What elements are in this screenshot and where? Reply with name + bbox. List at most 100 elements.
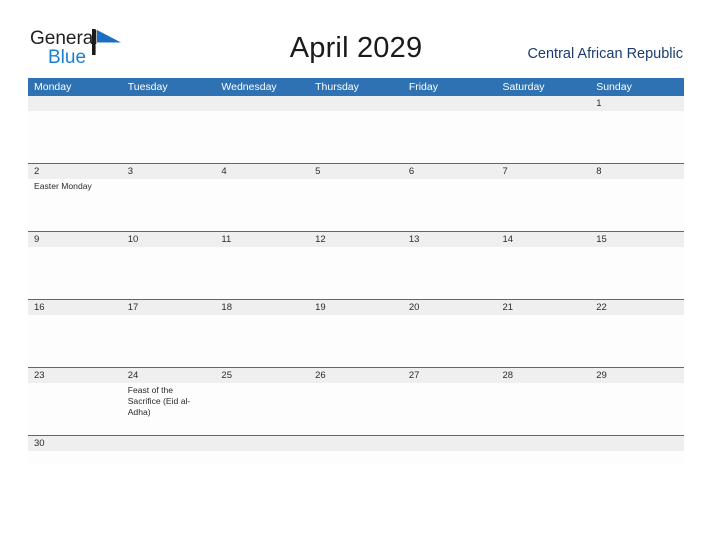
day-event-empty (122, 315, 216, 367)
day-number-22[interactable]: 22 (590, 300, 684, 315)
day-event-empty (122, 247, 216, 299)
day-event-empty (215, 451, 309, 465)
calendar-week-row: 16 17 18 19 20 21 22 (28, 299, 684, 367)
day-number-11[interactable]: 11 (215, 232, 309, 247)
day-number-5[interactable]: 5 (309, 164, 403, 179)
day-event-empty (497, 383, 591, 435)
day-event-empty (215, 111, 309, 163)
weekday-header-wednesday: Wednesday (221, 81, 277, 93)
day-number-empty (122, 96, 216, 111)
day-event-empty (497, 247, 591, 299)
day-event-empty (497, 315, 591, 367)
day-number-2[interactable]: 2 (28, 164, 122, 179)
week-date-band: 23 24 25 26 27 28 29 (28, 368, 684, 383)
day-event-empty (28, 383, 122, 435)
day-event-empty (403, 383, 497, 435)
day-event-empty (122, 451, 216, 465)
day-number-13[interactable]: 13 (403, 232, 497, 247)
day-number-21[interactable]: 21 (497, 300, 591, 315)
holiday-label: Feast of the Sacrifice (Eid al-Adha) (127, 385, 191, 418)
weekday-header-sunday: Sunday (596, 81, 632, 93)
day-event-empty (309, 247, 403, 299)
day-event-empty (403, 179, 497, 231)
day-number-8[interactable]: 8 (590, 164, 684, 179)
day-event-empty (309, 179, 403, 231)
day-number-empty (309, 436, 403, 451)
day-event-empty (309, 111, 403, 163)
day-event-empty (590, 247, 684, 299)
day-event-empty (122, 111, 216, 163)
day-number-20[interactable]: 20 (403, 300, 497, 315)
day-number-19[interactable]: 19 (309, 300, 403, 315)
calendar-page: General Blue April 2029 Central African … (0, 0, 712, 550)
day-number-28[interactable]: 28 (497, 368, 591, 383)
day-event-empty (590, 383, 684, 435)
day-number-23[interactable]: 23 (28, 368, 122, 383)
day-event-empty (122, 179, 216, 231)
day-number-7[interactable]: 7 (497, 164, 591, 179)
day-event-empty (309, 451, 403, 465)
calendar-week-row: 23 24 25 26 27 28 29 Feast of the Sacrifice (Ei… (28, 367, 684, 435)
day-number-16[interactable]: 16 (28, 300, 122, 315)
weekday-header-saturday: Saturday (502, 81, 545, 93)
day-event-empty (590, 111, 684, 163)
day-event-empty (28, 315, 122, 367)
calendar-week-row: 1 (28, 96, 684, 163)
day-number-25[interactable]: 25 (215, 368, 309, 383)
week-event-band (28, 315, 684, 367)
week-date-band: 1 (28, 96, 684, 111)
day-number-4[interactable]: 4 (215, 164, 309, 179)
week-event-band (28, 111, 684, 163)
day-event-empty (28, 247, 122, 299)
weekday-header-friday: Friday (408, 81, 438, 93)
day-number-18[interactable]: 18 (215, 300, 309, 315)
day-number-24[interactable]: 24 (122, 368, 216, 383)
day-number-1[interactable]: 1 (590, 96, 684, 111)
day-number-14[interactable]: 14 (497, 232, 591, 247)
day-event-empty (590, 179, 684, 231)
page-header: General Blue April 2029 Central African … (0, 0, 712, 78)
day-number-empty (122, 436, 216, 451)
country-label: Central African Republic (527, 46, 683, 62)
day-event-empty (215, 383, 309, 435)
calendar-table: Monday Tuesday Wednesday Thursday Friday Satu… (28, 78, 684, 465)
day-number-empty (590, 436, 684, 451)
day-number-15[interactable]: 15 (590, 232, 684, 247)
day-number-empty (215, 96, 309, 111)
day-number-17[interactable]: 17 (122, 300, 216, 315)
day-number-empty (403, 96, 497, 111)
day-event-empty (309, 315, 403, 367)
day-number-26[interactable]: 26 (309, 368, 403, 383)
week-event-band (28, 247, 684, 299)
day-number-empty (215, 436, 309, 451)
calendar-week-row: 30 (28, 435, 684, 465)
calendar-week-row: 2 3 4 5 6 7 8 Easter Monday (28, 163, 684, 231)
weekday-header-thursday: Thursday (315, 81, 359, 93)
day-number-3[interactable]: 3 (122, 164, 216, 179)
day-event-empty (309, 383, 403, 435)
day-number-empty (497, 436, 591, 451)
day-number-9[interactable]: 9 (28, 232, 122, 247)
day-number-12[interactable]: 12 (309, 232, 403, 247)
day-number-29[interactable]: 29 (590, 368, 684, 383)
day-number-27[interactable]: 27 (403, 368, 497, 383)
day-event-empty (403, 451, 497, 465)
day-number-10[interactable]: 10 (122, 232, 216, 247)
day-number-empty (403, 436, 497, 451)
day-number-6[interactable]: 6 (403, 164, 497, 179)
week-date-band: 2345678 (28, 164, 684, 179)
day-number-30[interactable]: 30 (28, 436, 122, 451)
week-date-band: 9 10 11 12 13 14 15 (28, 232, 684, 247)
week-date-band: 30 (28, 436, 684, 451)
week-date-band: 16 17 18 19 20 21 22 (28, 300, 684, 315)
week-event-band: Feast of the Sacrifice (Eid al-Adha) (28, 383, 684, 435)
day-event-empty (497, 451, 591, 465)
day-event-empty (28, 111, 122, 163)
day-event-empty (590, 315, 684, 367)
calendar-weeks: 1 2 3 4 5 6 7 8 Easter Monday 9 10 11 12 13 14 15 16 17 18… (28, 96, 684, 465)
day-event-empty (497, 179, 591, 231)
day-event-empty (215, 179, 309, 231)
day-event-empty (497, 111, 591, 163)
week-event-band: Easter Monday (28, 179, 684, 231)
day-event-empty (403, 111, 497, 163)
